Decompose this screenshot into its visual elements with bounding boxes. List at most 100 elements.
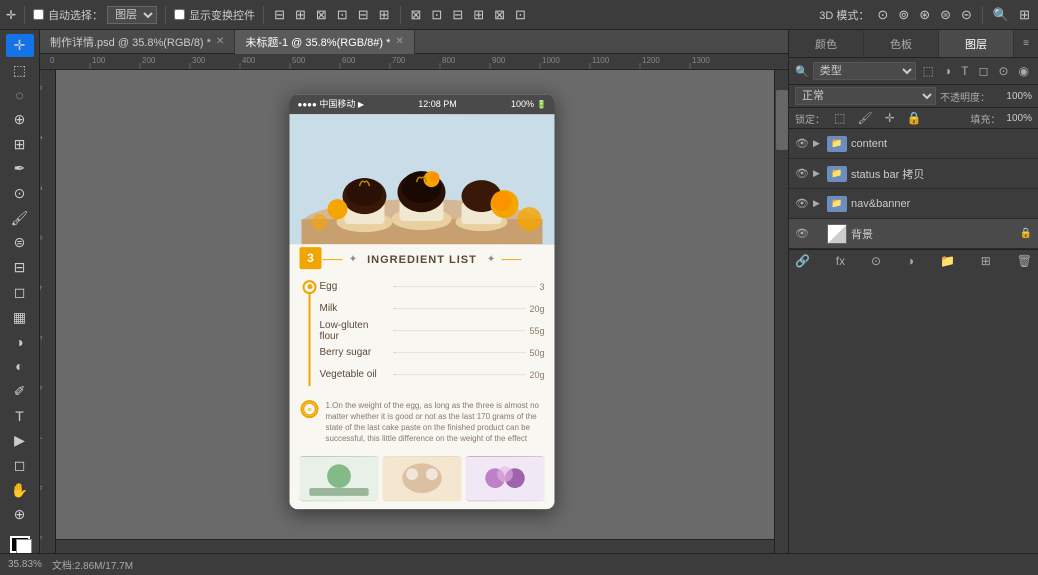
path-select-tool[interactable]: ▶ <box>6 429 34 452</box>
new-adjustment-icon[interactable]: ◑ <box>907 254 914 268</box>
pen-tool[interactable]: ✐ <box>6 380 34 403</box>
align-right-icon[interactable]: ⊠ <box>314 7 329 23</box>
svg-text:≡: ≡ <box>307 407 311 414</box>
lock-row: 锁定： ⬚ 🖌 ✛ 🔒 填充： 100% <box>789 108 1038 129</box>
link-layers-icon[interactable]: 🔗 <box>795 254 810 268</box>
layer-item-nav[interactable]: 👁 ▶ 📁 nav&banner <box>789 189 1038 219</box>
panel-tab-layers[interactable]: 图层 <box>939 30 1014 57</box>
align-bottom-icon[interactable]: ⊞ <box>377 7 392 23</box>
ingredient-timeline <box>300 276 320 386</box>
move-tool-icon[interactable]: ✛ <box>6 8 16 22</box>
distribute-icon[interactable]: ⊠ <box>409 7 424 23</box>
tab-file1[interactable]: 制作详情.psd @ 35.8%(RGB/8) * ✕ <box>40 30 235 54</box>
new-group-icon[interactable]: 📁 <box>940 254 955 268</box>
layer-item-bg[interactable]: 👁 ▶ 背景 🔒 <box>789 219 1038 249</box>
panel-tab-swatches[interactable]: 色板 <box>864 30 939 57</box>
layer-eye-statusbar[interactable]: 👁 <box>795 167 809 180</box>
blur-tool[interactable]: ◑ <box>6 330 34 353</box>
show-transform-checkbox[interactable] <box>174 9 185 20</box>
layer-name-content: content <box>851 138 1032 150</box>
scrollbar-v-thumb[interactable] <box>776 90 788 150</box>
quick-select-tool[interactable]: ⊕ <box>6 108 34 131</box>
blend-mode-select[interactable]: 正常 <box>795 87 936 105</box>
layer-eye-content[interactable]: 👁 <box>795 137 809 150</box>
delete-layer-icon[interactable]: 🗑 <box>1017 254 1032 268</box>
tab-file2[interactable]: 未标题-1 @ 35.8%(RGB/8#) * ✕ <box>235 30 414 54</box>
3d-mode-label: 3D 模式： <box>819 7 869 23</box>
align-center-h-icon[interactable]: ⊞ <box>293 7 308 23</box>
panel-tab-color[interactable]: 颜色 <box>789 30 864 57</box>
zoom-tool[interactable]: ⊕ <box>6 503 34 526</box>
filter-smart-icon[interactable]: ⊙ <box>995 63 1011 79</box>
distribute3-icon[interactable]: ⊟ <box>450 7 465 23</box>
layer-item-content[interactable]: 👁 ▶ 📁 content <box>789 129 1038 159</box>
add-style-icon[interactable]: fx <box>836 254 845 268</box>
lock-label: 锁定： <box>795 111 825 126</box>
gradient-tool[interactable]: ▦ <box>6 306 34 329</box>
align-top-icon[interactable]: ⊡ <box>335 7 350 23</box>
new-layer-icon[interactable]: ⊞ <box>981 254 991 268</box>
distribute6-icon[interactable]: ⊡ <box>513 7 528 23</box>
hand-tool[interactable]: ✋ <box>6 479 34 502</box>
layer-eye-bg[interactable]: 👁 <box>795 227 809 240</box>
layer-arrow-nav[interactable]: ▶ <box>813 198 823 209</box>
sep5 <box>982 6 983 24</box>
panel-menu-btn[interactable]: ≡ <box>1014 30 1038 57</box>
status-bar: 35.83% 文档:2.86M/17.7M <box>0 553 1038 575</box>
history-tool[interactable]: ⊟ <box>6 256 34 279</box>
auto-select-checkbox[interactable] <box>33 9 44 20</box>
layer-thumb-bg <box>827 224 847 244</box>
scrollbar-horizontal[interactable] <box>56 539 774 553</box>
distribute2-icon[interactable]: ⊡ <box>429 7 444 23</box>
layer-item-statusbar[interactable]: 👁 ▶ 📁 status bar 拷贝 <box>789 159 1038 189</box>
lock-position-icon[interactable]: ✛ <box>882 110 898 126</box>
distribute5-icon[interactable]: ⊠ <box>492 7 507 23</box>
marquee-tool[interactable]: ⬚ <box>6 59 34 82</box>
lock-pixels-icon[interactable]: 🖌 <box>854 110 875 126</box>
add-mask-icon[interactable]: ⊙ <box>871 254 881 268</box>
scrollbar-vertical[interactable] <box>774 70 788 553</box>
align-center-v-icon[interactable]: ⊟ <box>356 7 371 23</box>
3d-icon4[interactable]: ⊜ <box>938 7 953 23</box>
lasso-tool[interactable]: ◌ <box>6 83 34 106</box>
time-label: 12:08 PM <box>418 99 457 109</box>
align-left-icon[interactable]: ⊟ <box>272 7 287 23</box>
eyedropper-tool[interactable]: ✒ <box>6 158 34 181</box>
layer-eye-nav[interactable]: 👁 <box>795 197 809 210</box>
dodge-tool[interactable]: ◐ <box>6 355 34 378</box>
filter-toggle[interactable]: ◉ <box>1016 63 1032 79</box>
tab2-close[interactable]: ✕ <box>395 36 403 47</box>
search-icon[interactable]: 🔍 <box>991 7 1011 23</box>
ingredient-row-egg: Egg 3 <box>320 276 545 298</box>
layer-arrow-statusbar[interactable]: ▶ <box>813 168 823 179</box>
lock-transparency-icon[interactable]: ⬚ <box>831 110 848 126</box>
filter-pixel-icon[interactable]: ⬚ <box>920 63 937 79</box>
filter-type-icon[interactable]: T <box>958 63 971 79</box>
workspace-icon[interactable]: ⊞ <box>1017 7 1032 23</box>
move-tool[interactable]: ✛ <box>6 34 34 57</box>
dots-flour <box>394 330 526 331</box>
layer-arrow-content[interactable]: ▶ <box>813 138 823 149</box>
layer-name-nav: nav&banner <box>851 198 1032 210</box>
layer-arrow-bg[interactable]: ▶ <box>813 228 823 239</box>
lock-all-icon[interactable]: 🔒 <box>904 110 925 126</box>
shape-tool[interactable]: ◻ <box>6 454 34 477</box>
healing-tool[interactable]: ⊙ <box>6 182 34 205</box>
panel-search-icon: 🔍 <box>795 65 809 78</box>
type-tool[interactable]: T <box>6 405 34 428</box>
distribute4-icon[interactable]: ⊞ <box>471 7 486 23</box>
3d-icon1[interactable]: ⊙ <box>875 7 890 23</box>
layer-type-select[interactable]: 类型 <box>813 62 916 80</box>
foreground-color[interactable] <box>10 536 30 553</box>
clone-tool[interactable]: ⊜ <box>6 232 34 255</box>
filter-shape-icon[interactable]: ◻ <box>975 63 991 79</box>
eraser-tool[interactable]: ◻ <box>6 281 34 304</box>
crop-tool[interactable]: ⊞ <box>6 133 34 156</box>
brush-tool[interactable]: 🖌 <box>6 207 34 230</box>
tab1-close[interactable]: ✕ <box>216 36 224 47</box>
filter-adjust-icon[interactable]: ◑ <box>941 63 954 79</box>
layer-select[interactable]: 图层 <box>107 6 157 24</box>
3d-icon3[interactable]: ⊛ <box>917 7 932 23</box>
3d-icon5[interactable]: ⊝ <box>959 7 974 23</box>
3d-icon2[interactable]: ⊚ <box>896 7 911 23</box>
